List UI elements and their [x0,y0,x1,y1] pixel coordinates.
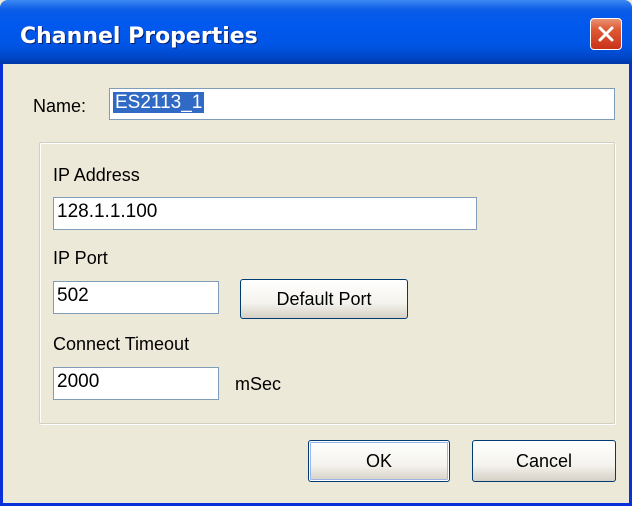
dialog-title: Channel Properties [20,24,258,49]
ok-button[interactable]: OK [308,440,450,482]
connect-timeout-value: 2000 [57,371,100,392]
ip-address-value: 128.1.1.100 [57,201,158,222]
name-input-value: ES2113_1 [113,92,205,113]
connect-timeout-label: Connect Timeout [53,334,190,354]
close-button[interactable] [590,18,622,50]
ip-port-value: 502 [57,285,89,306]
ip-address-label: IP Address [53,165,140,185]
name-input[interactable]: ES2113_1 [109,88,615,120]
connect-timeout-input[interactable]: 2000 [53,367,219,400]
ip-port-label: IP Port [53,248,108,268]
title-bar[interactable]: Channel Properties [0,0,632,64]
close-icon [597,25,615,43]
name-label: Name: [33,96,87,116]
ip-port-input[interactable]: 502 [53,281,219,314]
cancel-button[interactable]: Cancel [472,440,616,482]
ip-address-input[interactable]: 128.1.1.100 [53,197,477,230]
channel-properties-dialog: Channel Properties Name: ES2113_1 IP Add… [0,0,632,506]
timeout-unit-label: mSec [235,374,282,394]
default-port-button[interactable]: Default Port [240,279,408,319]
